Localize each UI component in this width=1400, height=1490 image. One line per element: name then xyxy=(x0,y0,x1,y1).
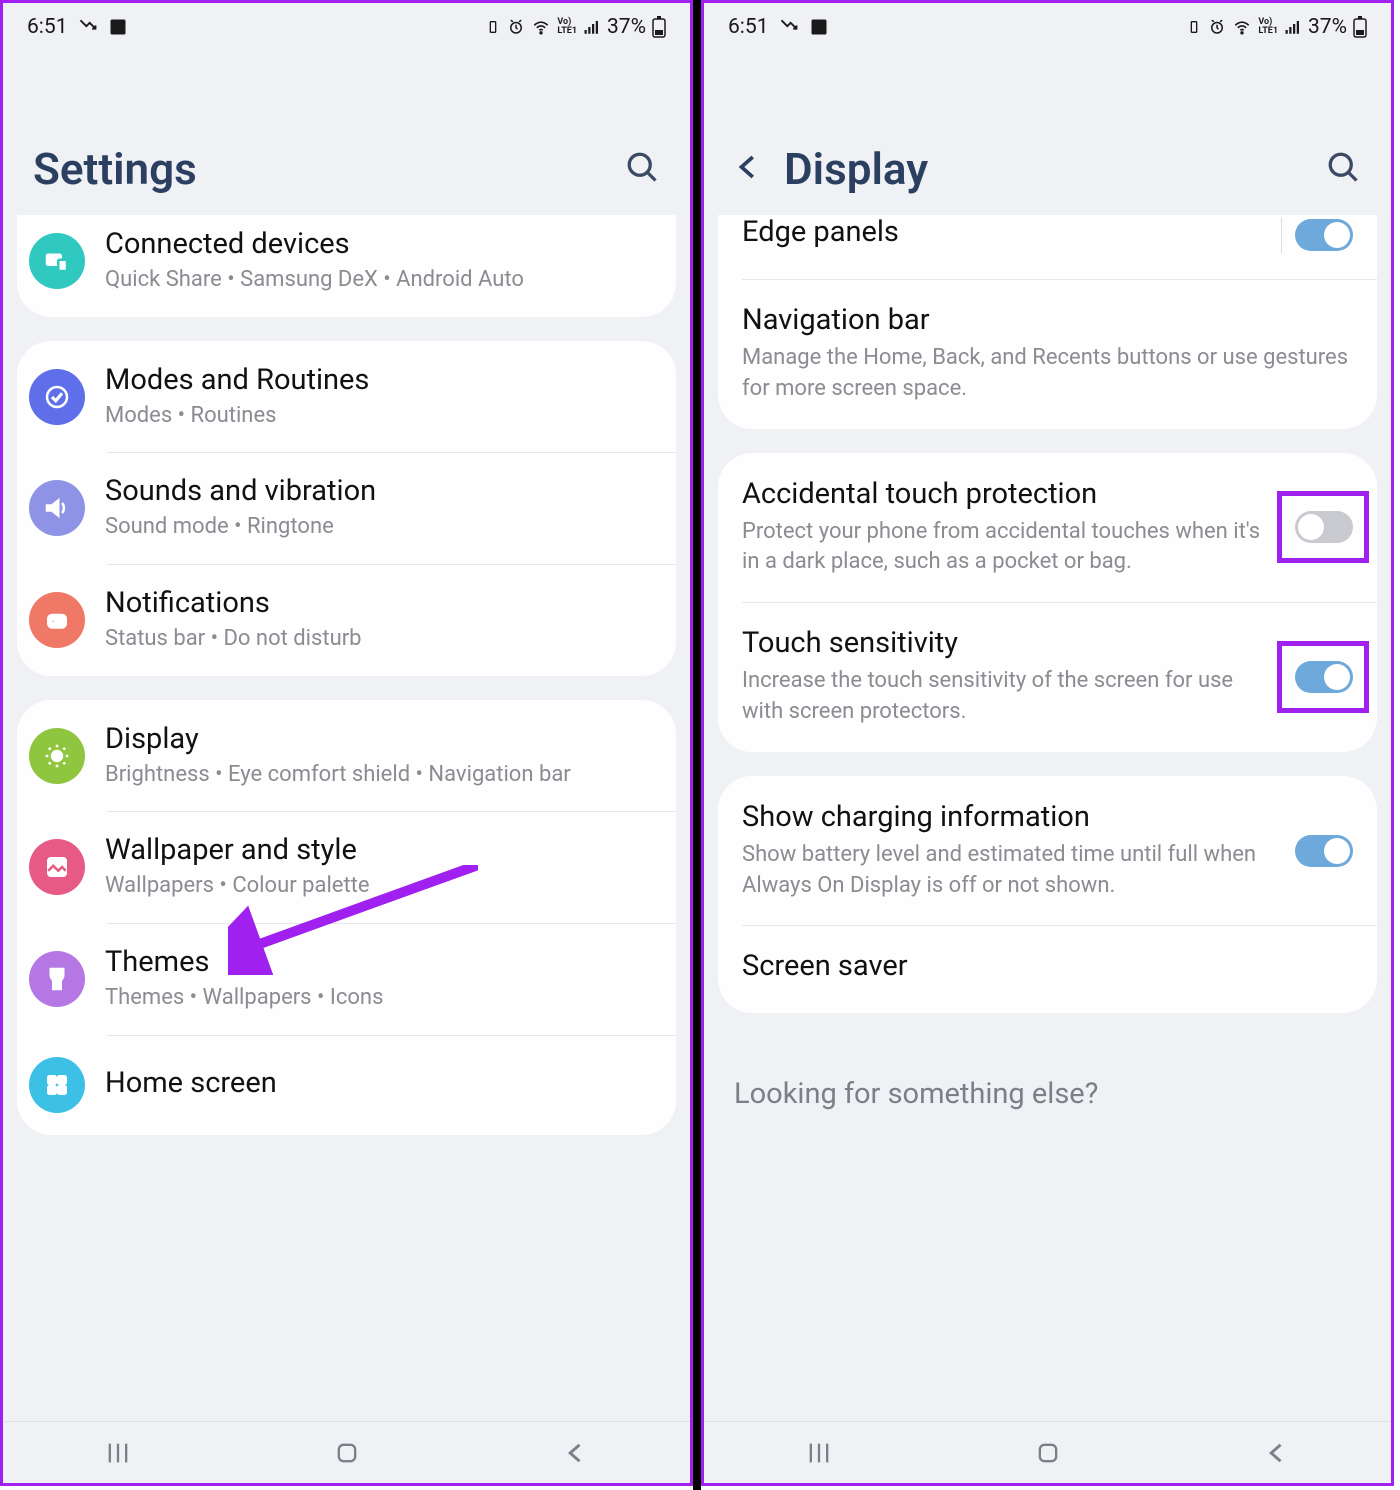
settings-group: Connected devices Quick Share • Samsung D… xyxy=(17,215,676,317)
toggle-switch[interactable] xyxy=(1295,219,1353,251)
settings-row-connected-devices[interactable]: Connected devices Quick Share • Samsung D… xyxy=(17,215,676,317)
wallpaper-icon xyxy=(29,839,85,895)
header-back-button[interactable] xyxy=(734,152,764,186)
toggle-switch[interactable] xyxy=(1295,835,1353,867)
display-group: Edge panels Navigation bar Manage the Home… xyxy=(718,215,1377,429)
android-navbar xyxy=(3,1421,690,1483)
phone-display-settings: 6:51 Vo)LTE1 37% Display Edge panels Navi… xyxy=(701,0,1394,1486)
home-icon xyxy=(29,1057,85,1113)
settings-row-themes[interactable]: Themes Themes • Wallpapers • Icons xyxy=(17,923,676,1035)
row-title: Touch sensitivity xyxy=(742,626,1277,660)
volte-icon: Vo)LTE1 xyxy=(1258,18,1278,36)
display-icon xyxy=(29,728,85,784)
back-button[interactable] xyxy=(1257,1433,1297,1473)
phone-settings: 6:51 Vo)LTE1 37% Settings Connected devi… xyxy=(0,0,693,1486)
missed-call-icon xyxy=(78,17,98,37)
row-subtitle: Brightness • Eye comfort shield • Naviga… xyxy=(105,760,658,790)
android-navbar xyxy=(704,1421,1391,1483)
back-button[interactable] xyxy=(556,1433,596,1473)
image-icon xyxy=(809,17,829,37)
row-title: Modes and Routines xyxy=(105,363,658,397)
settings-row-sounds-and-vibration[interactable]: Sounds and vibration Sound mode • Rington… xyxy=(17,452,676,564)
recents-button[interactable] xyxy=(799,1433,839,1473)
missed-call-icon xyxy=(779,17,799,37)
wifi-icon xyxy=(1232,17,1252,37)
alarm-icon xyxy=(1208,18,1226,36)
page-title: Display xyxy=(784,143,928,195)
wifi-icon xyxy=(531,17,551,37)
page-title: Settings xyxy=(33,143,197,195)
settings-group: Modes and Routines Modes • Routines Sounds… xyxy=(17,341,676,676)
row-subtitle: Status bar • Do not disturb xyxy=(105,624,658,654)
row-subtitle: Modes • Routines xyxy=(105,401,658,431)
row-title: Edge panels xyxy=(742,215,1277,249)
looking-for-text: Looking for something else? xyxy=(704,1037,1391,1111)
display-row-edge-panels[interactable]: Edge panels xyxy=(718,215,1377,279)
settings-row-notifications[interactable]: Notifications Status bar • Do not disturb xyxy=(17,564,676,676)
status-bar: 6:51 Vo)LTE1 37% xyxy=(3,3,690,51)
row-title: Accidental touch protection xyxy=(742,477,1277,511)
search-button[interactable] xyxy=(624,149,660,189)
notif-icon xyxy=(29,592,85,648)
settings-row-display[interactable]: Display Brightness • Eye comfort shield •… xyxy=(17,700,676,812)
row-subtitle: Quick Share • Samsung DeX • Android Auto xyxy=(105,265,658,295)
row-title: Navigation bar xyxy=(742,303,1353,337)
vibrate-icon xyxy=(1186,19,1202,35)
row-title: Themes xyxy=(105,945,658,979)
search-button[interactable] xyxy=(1325,149,1361,189)
row-title: Show charging information xyxy=(742,800,1277,834)
battery-icon xyxy=(652,16,666,38)
settings-list[interactable]: Connected devices Quick Share • Samsung D… xyxy=(3,215,690,1421)
settings-row-wallpaper-and-style[interactable]: Wallpaper and style Wallpapers • Colour p… xyxy=(17,811,676,923)
row-subtitle: Wallpapers • Colour palette xyxy=(105,871,658,901)
modes-icon xyxy=(29,369,85,425)
settings-row-modes-and-routines[interactable]: Modes and Routines Modes • Routines xyxy=(17,341,676,453)
row-title: Display xyxy=(105,722,658,756)
volte-icon: Vo)LTE1 xyxy=(557,18,577,36)
toggle-switch[interactable] xyxy=(1295,661,1353,693)
battery-pct: 37% xyxy=(607,15,646,39)
clock: 6:51 xyxy=(27,15,68,39)
display-row-touch-sensitivity[interactable]: Touch sensitivity Increase the touch sens… xyxy=(718,602,1377,752)
clock: 6:51 xyxy=(728,15,769,39)
toggle-switch[interactable] xyxy=(1295,511,1353,543)
row-title: Connected devices xyxy=(105,227,658,261)
sound-icon xyxy=(29,480,85,536)
row-title: Screen saver xyxy=(742,949,1353,983)
signal-icon xyxy=(583,18,601,36)
vibrate-icon xyxy=(485,19,501,35)
display-header: Display xyxy=(704,51,1391,235)
themes-icon xyxy=(29,951,85,1007)
recents-button[interactable] xyxy=(98,1433,138,1473)
alarm-icon xyxy=(507,18,525,36)
display-row-show-charging-information[interactable]: Show charging information Show battery le… xyxy=(718,776,1377,926)
image-icon xyxy=(108,17,128,37)
battery-pct: 37% xyxy=(1308,15,1347,39)
display-list[interactable]: Edge panels Navigation bar Manage the Home… xyxy=(704,215,1391,1421)
display-row-screen-saver[interactable]: Screen saver xyxy=(718,925,1377,1013)
display-group: Show charging information Show battery le… xyxy=(718,776,1377,1014)
row-title: Notifications xyxy=(105,586,658,620)
row-subtitle: Increase the touch sensitivity of the sc… xyxy=(742,666,1277,728)
battery-icon xyxy=(1353,16,1367,38)
row-title: Home screen xyxy=(105,1066,658,1100)
row-title: Sounds and vibration xyxy=(105,474,658,508)
connected-icon xyxy=(29,233,85,289)
home-button[interactable] xyxy=(1028,1433,1068,1473)
display-group: Accidental touch protection Protect your … xyxy=(718,453,1377,752)
row-subtitle: Show battery level and estimated time un… xyxy=(742,840,1277,902)
settings-row-home-screen[interactable]: Home screen xyxy=(17,1035,676,1135)
settings-group: Display Brightness • Eye comfort shield •… xyxy=(17,700,676,1135)
row-subtitle: Themes • Wallpapers • Icons xyxy=(105,983,658,1013)
row-title: Wallpaper and style xyxy=(105,833,658,867)
signal-icon xyxy=(1284,18,1302,36)
row-subtitle: Manage the Home, Back, and Recents butto… xyxy=(742,343,1353,405)
row-subtitle: Protect your phone from accidental touch… xyxy=(742,517,1277,579)
settings-header: Settings xyxy=(3,51,690,235)
row-subtitle: Sound mode • Ringtone xyxy=(105,512,658,542)
status-bar: 6:51 Vo)LTE1 37% xyxy=(704,3,1391,51)
display-row-navigation-bar[interactable]: Navigation bar Manage the Home, Back, and… xyxy=(718,279,1377,429)
display-row-accidental-touch-protection[interactable]: Accidental touch protection Protect your … xyxy=(718,453,1377,603)
home-button[interactable] xyxy=(327,1433,367,1473)
